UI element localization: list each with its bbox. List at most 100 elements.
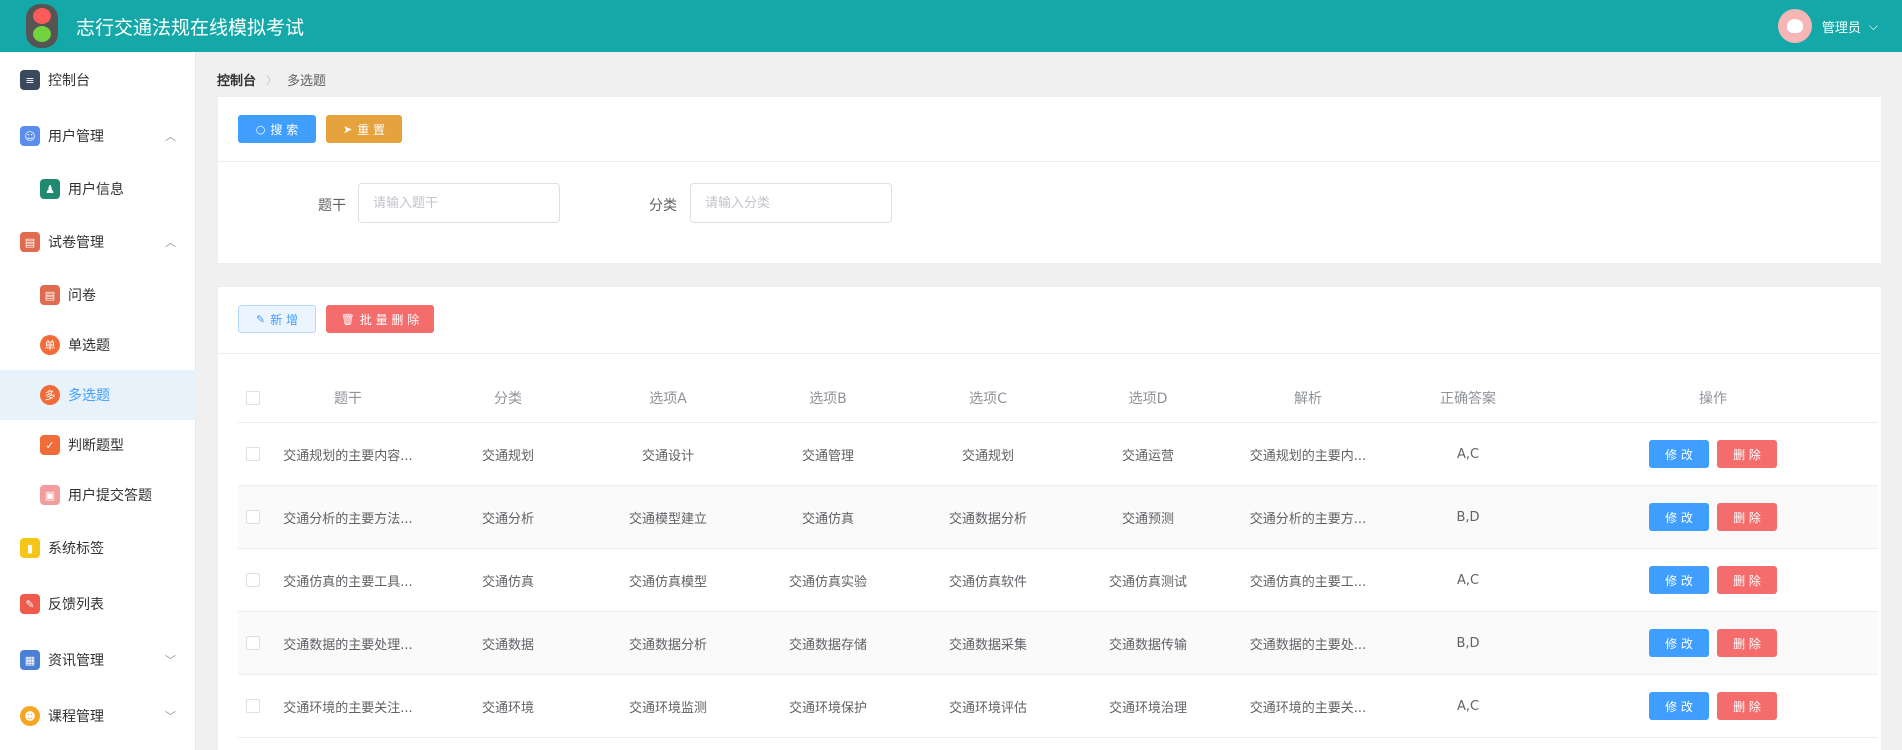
top-header: 志行交通法规在线模拟考试 管理员 ⌵ xyxy=(0,0,1902,52)
chevron-down-icon[interactable]: ⌵ xyxy=(1869,19,1878,34)
column-header-stem: 题干 xyxy=(334,390,362,407)
sidebar: ≡ 控制台 ☺ 用户管理 ︿ ♟ 用户信息 ▤ 试卷管理 ︿ ▤ 问卷 单 单选… xyxy=(0,52,196,750)
cell-analysis: 交通规划的主要内... xyxy=(1249,448,1367,464)
cell-option-c: 交通数据采集 xyxy=(948,637,1027,653)
category-search-input[interactable] xyxy=(690,183,892,223)
delete-row-button[interactable]: 删 除 xyxy=(1717,440,1777,468)
cell-analysis: 交通数据的主要处... xyxy=(1249,637,1367,653)
edit-row-button[interactable]: 修 改 xyxy=(1649,629,1709,657)
cell-stem: 交通数据的主要处理... xyxy=(283,637,413,653)
search-button[interactable]: ○ 搜 索 xyxy=(238,115,316,143)
select-all-checkbox[interactable] xyxy=(238,373,268,422)
search-card: ○搜 索 ➤重 置 题干 分类 xyxy=(217,96,1883,264)
edit-row-button[interactable]: 修 改 xyxy=(1649,692,1709,720)
divider xyxy=(218,353,1883,354)
table-header-row: 题干 分类 选项A 选项B 选项C 选项D 解析 正确答案 操作 xyxy=(238,373,1878,423)
sidebar-item-exam-management[interactable]: ▤ 试卷管理 ︿ xyxy=(0,214,196,270)
user-name[interactable]: 管理员 xyxy=(1822,17,1861,36)
search-icon: ○ xyxy=(255,122,266,136)
tag-icon: ▮ xyxy=(20,538,40,558)
edit-row-button[interactable]: 修 改 xyxy=(1649,566,1709,594)
column-header-option-b: 选项B xyxy=(809,390,847,407)
exam-paper-icon: ▤ xyxy=(20,232,40,252)
submission-icon: ▣ xyxy=(40,485,60,505)
cell-answer: A,C xyxy=(1456,446,1480,462)
sidebar-item-submissions[interactable]: ▣ 用户提交答题 xyxy=(0,470,196,520)
table-row: 交通规划的主要内容... 交通规划 交通设计 交通管理 交通规划 交通运营 交通规划的主要内… xyxy=(238,423,1878,486)
row-checkbox[interactable] xyxy=(238,423,268,485)
cell-option-d: 交通环境治理 xyxy=(1108,700,1187,716)
breadcrumb-home[interactable]: 控制台 xyxy=(217,70,256,89)
cell-category: 交通环境 xyxy=(481,700,534,716)
cell-option-b: 交通管理 xyxy=(801,448,854,464)
dashboard-icon: ≡ xyxy=(20,70,40,90)
sidebar-item-system-tags[interactable]: ▮ 系统标签 xyxy=(0,520,196,576)
sidebar-item-feedback[interactable]: ✎ 反馈列表 xyxy=(0,576,196,632)
row-checkbox[interactable] xyxy=(238,486,268,548)
breadcrumb-current: 多选题 xyxy=(287,74,327,89)
chevron-down-icon: ﹀ xyxy=(165,710,176,723)
cell-analysis: 交通分析的主要方... xyxy=(1249,511,1367,527)
reset-button[interactable]: ➤ 重 置 xyxy=(326,115,402,143)
cell-actions: 修 改删 除 xyxy=(1548,675,1878,737)
chevron-up-icon: ︿ xyxy=(165,130,176,143)
cell-option-b: 交通仿真实验 xyxy=(788,574,867,590)
cell-option-a: 交通模型建立 xyxy=(628,511,707,527)
cell-actions: 修 改删 除 xyxy=(1548,486,1878,548)
row-checkbox[interactable] xyxy=(238,612,268,674)
cell-option-c: 交通规划 xyxy=(961,448,1014,464)
sidebar-item-course-management[interactable]: ☻ 课程管理 ﹀ xyxy=(0,688,196,744)
single-choice-icon: 单 xyxy=(40,335,60,355)
cell-answer: B,D xyxy=(1456,635,1480,651)
cell-category: 交通规划 xyxy=(481,448,534,464)
true-false-icon: ✓ xyxy=(40,435,60,455)
user-menu[interactable]: 管理员 ⌵ xyxy=(1777,0,1878,52)
cell-option-a: 交通设计 xyxy=(641,448,694,464)
delete-row-button[interactable]: 删 除 xyxy=(1717,566,1777,594)
delete-row-button[interactable]: 删 除 xyxy=(1717,692,1777,720)
batch-delete-button[interactable]: 🗑 批 量 删 除 xyxy=(326,305,434,333)
sidebar-item-multi-choice[interactable]: 多 多选题 xyxy=(0,370,196,420)
table-row: 交通分析的主要方法... 交通分析 交通模型建立 交通仿真 交通数据分析 交通预测 交通分析… xyxy=(238,486,1878,549)
chevron-down-icon: ﹀ xyxy=(165,654,176,667)
table-row: 交通环境的主要关注... 交通环境 交通环境监测 交通环境保护 交通环境评估 交通环境治理… xyxy=(238,675,1878,738)
breadcrumb-separator-icon: 〉 xyxy=(266,73,278,87)
cell-answer: B,D xyxy=(1456,509,1480,525)
table-row: 交通仿真的主要工具... 交通仿真 交通仿真模型 交通仿真实验 交通仿真软件 交通仿真测试… xyxy=(238,549,1878,612)
cell-category: 交通仿真 xyxy=(481,574,534,590)
app-title: 志行交通法规在线模拟考试 xyxy=(76,16,305,39)
cell-analysis: 交通仿真的主要工... xyxy=(1249,574,1367,590)
column-header-option-d: 选项D xyxy=(1128,390,1168,407)
sidebar-item-questionnaire[interactable]: ▤ 问卷 xyxy=(0,270,196,320)
cell-answer: A,C xyxy=(1456,698,1480,714)
news-icon: ▦ xyxy=(20,650,40,670)
course-icon: ☻ xyxy=(20,706,40,726)
column-header-option-c: 选项C xyxy=(969,390,1007,407)
sidebar-item-single-choice[interactable]: 单 单选题 xyxy=(0,320,196,370)
stem-search-input[interactable] xyxy=(358,183,560,223)
cell-option-b: 交通仿真 xyxy=(801,511,854,527)
sidebar-item-news-management[interactable]: ▦ 资讯管理 ﹀ xyxy=(0,632,196,688)
sidebar-item-dashboard[interactable]: ≡ 控制台 xyxy=(0,52,196,108)
avatar[interactable] xyxy=(1777,9,1812,43)
delete-row-button[interactable]: 删 除 xyxy=(1717,629,1777,657)
column-header-category: 分类 xyxy=(494,390,522,407)
sidebar-item-true-false[interactable]: ✓ 判断题型 xyxy=(0,420,196,470)
cell-option-c: 交通环境评估 xyxy=(948,700,1027,716)
feedback-icon: ✎ xyxy=(20,594,40,614)
cell-category: 交通分析 xyxy=(481,511,534,527)
delete-row-button[interactable]: 删 除 xyxy=(1717,503,1777,531)
sidebar-item-user-info[interactable]: ♟ 用户信息 xyxy=(0,164,196,214)
add-button[interactable]: ✎ 新 增 xyxy=(238,305,316,333)
edit-row-button[interactable]: 修 改 xyxy=(1649,440,1709,468)
cell-actions: 修 改删 除 xyxy=(1548,549,1878,611)
edit-row-button[interactable]: 修 改 xyxy=(1649,503,1709,531)
row-checkbox[interactable] xyxy=(238,549,268,611)
divider xyxy=(218,161,1883,162)
sidebar-item-user-management[interactable]: ☺ 用户管理 ︿ xyxy=(0,108,196,164)
breadcrumb: 控制台 〉 多选题 xyxy=(217,70,327,90)
cell-stem: 交通环境的主要关注... xyxy=(283,700,413,716)
row-checkbox[interactable] xyxy=(238,675,268,737)
table-row: 交通数据的主要处理... 交通数据 交通数据分析 交通数据存储 交通数据采集 交通数据传输… xyxy=(238,612,1878,675)
traffic-light-logo-icon xyxy=(26,4,58,48)
